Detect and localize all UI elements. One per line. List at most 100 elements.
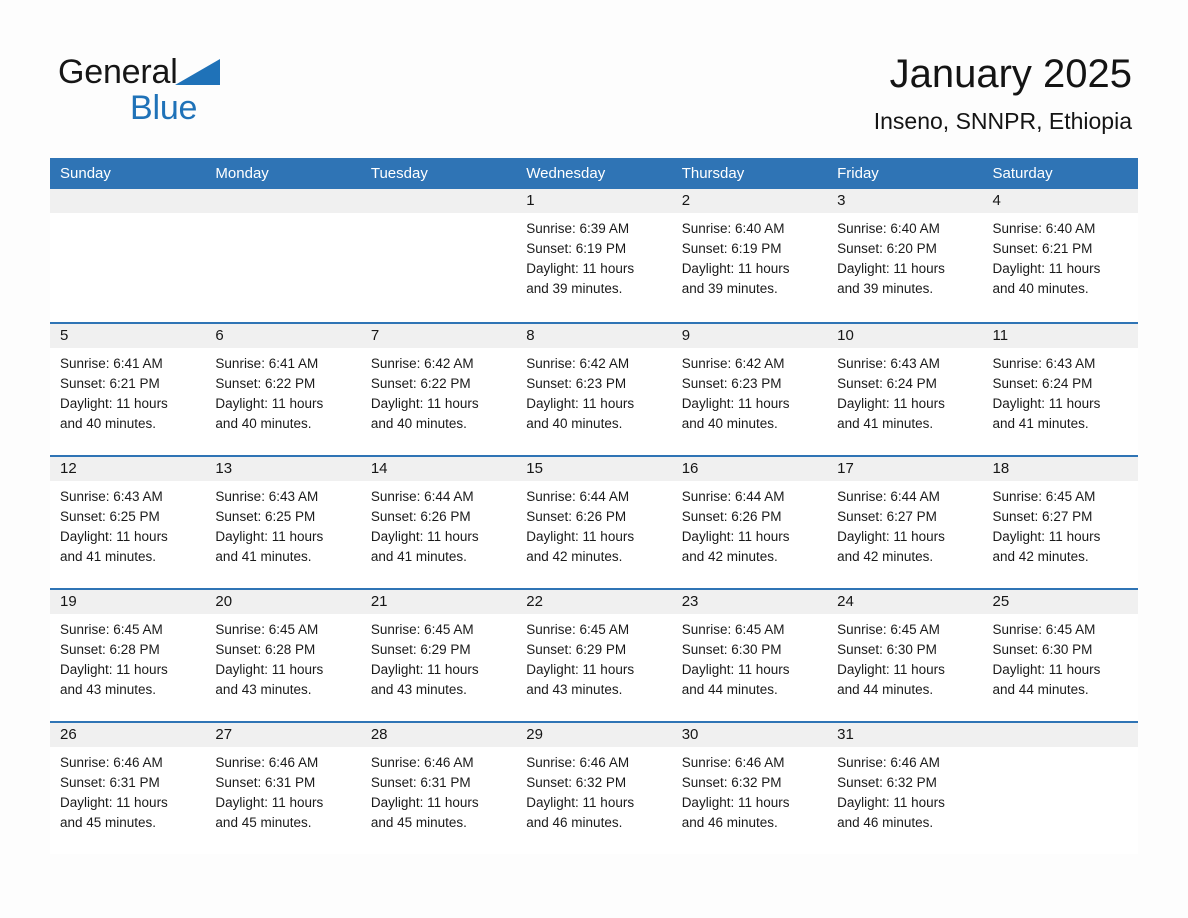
daylight-duration-line1: Daylight: 11 hours bbox=[526, 396, 635, 411]
day-sun-info: Sunrise: 6:45 AM Sunset: 6:30 PM Daylight:… bbox=[827, 614, 982, 700]
sunrise-time: Sunrise: 6:44 AM bbox=[370, 489, 474, 504]
calendar-day-cell[interactable]: 18 Sunrise: 6:45 AM Sunset: 6:27 PM Dayligh… bbox=[982, 457, 1138, 588]
day-sun-info: Sunrise: 6:44 AM Sunset: 6:26 PM Daylight:… bbox=[672, 481, 827, 567]
daylight-duration-line1: Daylight: 11 hours bbox=[60, 396, 168, 411]
calendar-day-cell[interactable]: 25 Sunrise: 6:45 AM Sunset: 6:30 PM Dayligh… bbox=[982, 590, 1138, 721]
daylight-duration-line1: Daylight: 11 hours bbox=[992, 529, 1101, 544]
calendar-day-cell[interactable]: 23 Sunrise: 6:45 AM Sunset: 6:30 PM Dayligh… bbox=[671, 590, 828, 721]
weekday-header-row: Sunday Monday Tuesday Wednesday Thursday… bbox=[50, 158, 1138, 189]
calendar-day-cell[interactable]: 30 Sunrise: 6:46 AM Sunset: 6:32 PM Dayligh… bbox=[671, 723, 828, 854]
calendar-day-cell[interactable]: 26 Sunrise: 6:46 AM Sunset: 6:31 PM Dayligh… bbox=[50, 723, 206, 854]
daylight-duration-line2: and 42 minutes. bbox=[837, 549, 934, 564]
sunset-time: Sunset: 6:30 PM bbox=[837, 642, 937, 657]
daylight-duration-line1: Daylight: 11 hours bbox=[370, 396, 479, 411]
calendar-day-cell[interactable]: 14 Sunrise: 6:44 AM Sunset: 6:26 PM Dayligh… bbox=[360, 457, 517, 588]
day-number: 24 bbox=[827, 590, 983, 614]
calendar-day-cell[interactable]: 4 Sunrise: 6:40 AM Sunset: 6:21 PM Daylight… bbox=[982, 189, 1138, 322]
daylight-duration-line1: Daylight: 11 hours bbox=[60, 795, 168, 810]
calendar-day-cell[interactable]: 24 Sunrise: 6:45 AM Sunset: 6:30 PM Dayligh… bbox=[827, 590, 983, 721]
calendar-day-cell[interactable]: 9 Sunrise: 6:42 AM Sunset: 6:23 PM Daylight… bbox=[671, 324, 828, 455]
calendar-day-cell[interactable]: 12 Sunrise: 6:43 AM Sunset: 6:25 PM Dayligh… bbox=[50, 457, 206, 588]
calendar-day-cell[interactable]: 1 Sunrise: 6:39 AM Sunset: 6:19 PM Daylight… bbox=[516, 189, 672, 322]
day-sun-info: Sunrise: 6:42 AM Sunset: 6:23 PM Daylight:… bbox=[672, 348, 827, 434]
logo-word-blue: Blue bbox=[130, 89, 198, 127]
sunset-time: Sunset: 6:24 PM bbox=[992, 376, 1093, 391]
calendar-day-cell[interactable]: 10 Sunrise: 6:43 AM Sunset: 6:24 PM Dayligh… bbox=[827, 324, 983, 455]
sunset-time: Sunset: 6:27 PM bbox=[837, 509, 937, 524]
daylight-duration-line1: Daylight: 11 hours bbox=[837, 795, 945, 810]
daylight-duration-line1: Daylight: 11 hours bbox=[681, 396, 790, 411]
daylight-duration-line2: and 40 minutes. bbox=[681, 416, 778, 431]
sunrise-time: Sunrise: 6:43 AM bbox=[992, 356, 1096, 371]
page-header: General Blue January 2025 Inseno, SNNPR,… bbox=[0, 0, 1188, 158]
daylight-duration-line1: Daylight: 11 hours bbox=[837, 662, 945, 677]
day-sun-info: Sunrise: 6:43 AM Sunset: 6:24 PM Daylight:… bbox=[827, 348, 982, 434]
calendar-day-cell[interactable]: 17 Sunrise: 6:44 AM Sunset: 6:27 PM Dayligh… bbox=[827, 457, 983, 588]
calendar-weeks: 1 Sunrise: 6:39 AM Sunset: 6:19 PM Daylight… bbox=[50, 189, 1138, 854]
daylight-duration-line2: and 43 minutes. bbox=[60, 682, 157, 697]
calendar-day-cell[interactable]: 3 Sunrise: 6:40 AM Sunset: 6:20 PM Daylight… bbox=[827, 189, 983, 322]
calendar-day-cell[interactable]: 2 Sunrise: 6:40 AM Sunset: 6:19 PM Daylight… bbox=[671, 189, 828, 322]
sunset-time: Sunset: 6:32 PM bbox=[837, 775, 937, 790]
day-sun-info: Sunrise: 6:43 AM Sunset: 6:25 PM Daylight:… bbox=[205, 481, 360, 567]
calendar-day-cell[interactable]: 20 Sunrise: 6:45 AM Sunset: 6:28 PM Dayligh… bbox=[205, 590, 361, 721]
daylight-duration-line1: Daylight: 11 hours bbox=[526, 662, 635, 677]
daylight-duration-line2: and 45 minutes. bbox=[215, 815, 312, 830]
day-number: 2 bbox=[671, 189, 828, 213]
calendar-day-cell[interactable]: 31 Sunrise: 6:46 AM Sunset: 6:32 PM Dayligh… bbox=[827, 723, 983, 854]
calendar-day-cell[interactable]: 28 Sunrise: 6:46 AM Sunset: 6:31 PM Dayligh… bbox=[360, 723, 517, 854]
calendar-day-cell[interactable]: 6 Sunrise: 6:41 AM Sunset: 6:22 PM Daylight… bbox=[205, 324, 361, 455]
sunset-time: Sunset: 6:25 PM bbox=[60, 509, 160, 524]
calendar-day-cell[interactable]: 22 Sunrise: 6:45 AM Sunset: 6:29 PM Dayligh… bbox=[516, 590, 672, 721]
daylight-duration-line2: and 41 minutes. bbox=[992, 416, 1089, 431]
daylight-duration-line2: and 43 minutes. bbox=[215, 682, 312, 697]
sunset-time: Sunset: 6:19 PM bbox=[681, 241, 782, 256]
day-number: 26 bbox=[50, 723, 206, 747]
daylight-duration-line2: and 41 minutes. bbox=[60, 549, 157, 564]
daylight-duration-line1: Daylight: 11 hours bbox=[992, 261, 1101, 276]
logo-top-row: General bbox=[58, 52, 318, 92]
daylight-duration-line1: Daylight: 11 hours bbox=[837, 261, 945, 276]
daylight-duration-line2: and 41 minutes. bbox=[215, 549, 312, 564]
calendar-day-cell[interactable]: 16 Sunrise: 6:44 AM Sunset: 6:26 PM Dayligh… bbox=[671, 457, 828, 588]
calendar-day-cell[interactable]: 19 Sunrise: 6:45 AM Sunset: 6:28 PM Dayligh… bbox=[50, 590, 206, 721]
calendar-day-cell[interactable]: 27 Sunrise: 6:46 AM Sunset: 6:31 PM Dayligh… bbox=[205, 723, 361, 854]
daylight-duration-line1: Daylight: 11 hours bbox=[526, 795, 635, 810]
calendar-day-cell[interactable]: 13 Sunrise: 6:43 AM Sunset: 6:25 PM Dayligh… bbox=[205, 457, 361, 588]
calendar-day-cell[interactable]: 15 Sunrise: 6:44 AM Sunset: 6:26 PM Dayligh… bbox=[516, 457, 672, 588]
daylight-duration-line2: and 46 minutes. bbox=[837, 815, 934, 830]
daylight-duration-line1: Daylight: 11 hours bbox=[215, 795, 324, 810]
day-number: 29 bbox=[516, 723, 672, 747]
weekday-header-saturday: Saturday bbox=[992, 165, 1053, 182]
day-number: 23 bbox=[671, 590, 828, 614]
day-number: 6 bbox=[205, 324, 361, 348]
sunset-time: Sunset: 6:32 PM bbox=[526, 775, 627, 790]
calendar-week-row: 26 Sunrise: 6:46 AM Sunset: 6:31 PM Dayligh… bbox=[50, 721, 1138, 854]
calendar-day-cell[interactable]: 21 Sunrise: 6:45 AM Sunset: 6:29 PM Dayligh… bbox=[360, 590, 517, 721]
sunrise-time: Sunrise: 6:41 AM bbox=[60, 356, 163, 371]
daylight-duration-line2: and 45 minutes. bbox=[370, 815, 467, 830]
sunrise-time: Sunrise: 6:40 AM bbox=[837, 221, 940, 236]
calendar-day-cell[interactable]: 11 Sunrise: 6:43 AM Sunset: 6:24 PM Dayligh… bbox=[982, 324, 1138, 455]
day-sun-info: Sunrise: 6:44 AM Sunset: 6:26 PM Daylight:… bbox=[361, 481, 516, 567]
sunset-time: Sunset: 6:29 PM bbox=[370, 642, 471, 657]
day-sun-info: Sunrise: 6:43 AM Sunset: 6:25 PM Daylight:… bbox=[50, 481, 205, 567]
sunrise-time: Sunrise: 6:46 AM bbox=[60, 755, 163, 770]
day-number: 19 bbox=[50, 590, 206, 614]
daylight-duration-line2: and 40 minutes. bbox=[215, 416, 312, 431]
calendar-day-cell[interactable]: 8 Sunrise: 6:42 AM Sunset: 6:23 PM Daylight… bbox=[516, 324, 672, 455]
sunrise-time: Sunrise: 6:43 AM bbox=[837, 356, 940, 371]
sunset-time: Sunset: 6:26 PM bbox=[526, 509, 627, 524]
calendar-day-cell-empty bbox=[205, 189, 361, 322]
sunset-time: Sunset: 6:26 PM bbox=[681, 509, 782, 524]
daylight-duration-line2: and 40 minutes. bbox=[992, 281, 1089, 296]
calendar-day-cell[interactable]: 5 Sunrise: 6:41 AM Sunset: 6:21 PM Daylight… bbox=[50, 324, 206, 455]
calendar-day-cell[interactable]: 7 Sunrise: 6:42 AM Sunset: 6:22 PM Daylight… bbox=[360, 324, 517, 455]
location-subtitle: Inseno, SNNPR, Ethiopia bbox=[873, 108, 1132, 134]
sunset-time: Sunset: 6:24 PM bbox=[837, 376, 937, 391]
day-number: 16 bbox=[671, 457, 828, 481]
general-blue-logo[interactable]: General Blue bbox=[58, 52, 318, 127]
daylight-duration-line1: Daylight: 11 hours bbox=[837, 529, 945, 544]
daylight-duration-line2: and 39 minutes. bbox=[526, 281, 623, 296]
calendar-day-cell[interactable]: 29 Sunrise: 6:46 AM Sunset: 6:32 PM Dayligh… bbox=[516, 723, 672, 854]
